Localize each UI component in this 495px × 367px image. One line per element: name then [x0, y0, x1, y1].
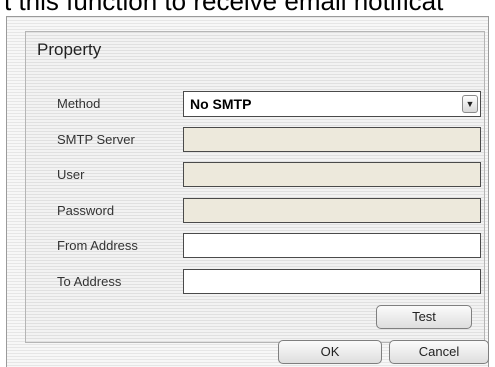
method-select-value: No SMTP	[190, 96, 252, 112]
smtp-server-label: SMTP Server	[57, 132, 135, 147]
user-label: User	[57, 167, 85, 182]
property-panel: Property Method No SMTP ▼ SMTP Server Us…	[25, 31, 485, 343]
chevron-down-icon[interactable]: ▼	[462, 95, 478, 113]
from-address-field[interactable]	[183, 233, 481, 258]
to-address-label: To Address	[57, 274, 122, 289]
ok-button[interactable]: OK	[278, 340, 382, 364]
method-label: Method	[57, 96, 101, 111]
method-select[interactable]: No SMTP ▼	[183, 91, 481, 117]
background-instruction-text: t this function to receive email notific…	[4, 0, 444, 16]
password-field[interactable]	[183, 198, 481, 223]
email-settings-dialog: Property Method No SMTP ▼ SMTP Server Us…	[6, 16, 489, 367]
smtp-server-field[interactable]	[183, 127, 481, 152]
user-field[interactable]	[183, 162, 481, 187]
from-address-label: From Address	[57, 238, 138, 253]
password-label: Password	[57, 203, 115, 218]
test-button[interactable]: Test	[376, 305, 472, 329]
to-address-field[interactable]	[183, 269, 481, 294]
cancel-button[interactable]: Cancel	[389, 340, 489, 364]
panel-title: Property	[37, 40, 102, 59]
